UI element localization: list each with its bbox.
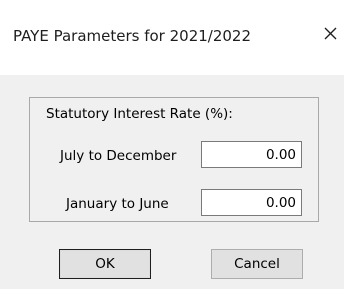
dialog-window: PAYE Parameters for 2021/2022 Statutory … <box>0 0 344 289</box>
january-june-input[interactable] <box>201 189 302 216</box>
cancel-button[interactable]: Cancel <box>211 249 303 279</box>
july-december-label: July to December <box>60 148 177 164</box>
close-icon <box>324 27 336 39</box>
window-title: PAYE Parameters for 2021/2022 <box>13 27 252 45</box>
title-bar: PAYE Parameters for 2021/2022 <box>0 0 344 75</box>
january-june-label: January to June <box>66 196 169 212</box>
group-label: Statutory Interest Rate (%): <box>46 106 233 122</box>
ok-button[interactable]: OK <box>59 249 151 279</box>
close-button[interactable] <box>316 18 344 48</box>
july-december-input[interactable] <box>201 141 302 168</box>
